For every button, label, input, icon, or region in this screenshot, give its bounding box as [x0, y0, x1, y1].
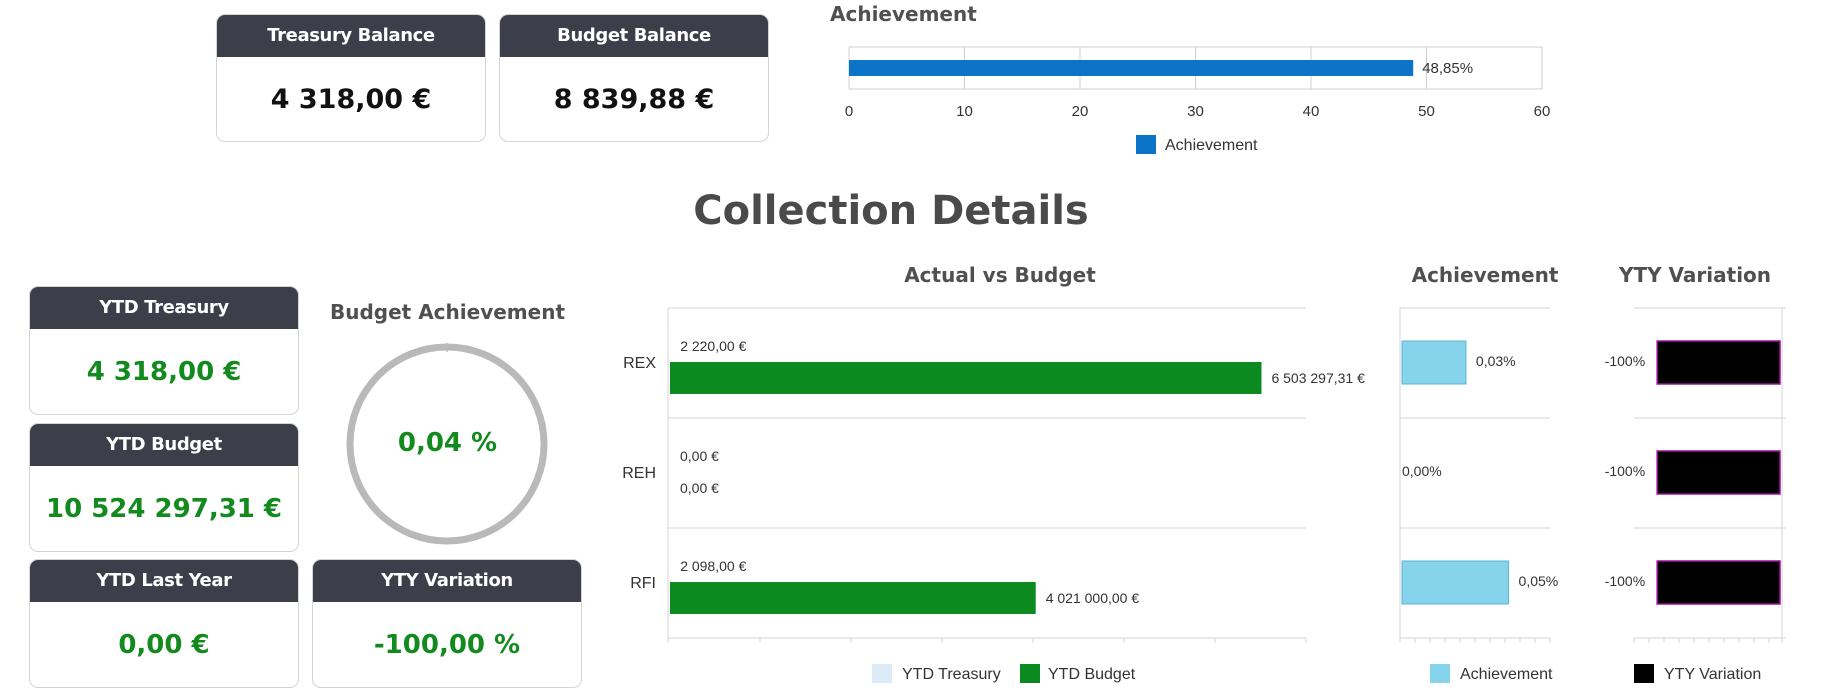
- card-value: 0,00 €: [118, 630, 210, 660]
- budget-achievement-title: Budget Achievement: [330, 300, 565, 324]
- legend-swatch: [1430, 664, 1450, 683]
- label-ytd-treasury-reh: 0,00 €: [680, 448, 719, 464]
- bar-achievement-rfi: [1401, 560, 1510, 605]
- card-value: 4 318,00 €: [270, 84, 432, 115]
- legend-swatch-ytd-budget: [1020, 664, 1040, 683]
- x-tick-label: 40: [1303, 103, 1320, 120]
- label-yty-rfi: -100%: [1605, 573, 1645, 589]
- label-ytd-budget-rex: 6 503 297,31 €: [1271, 370, 1365, 386]
- legend-label: Achievement: [1165, 137, 1258, 154]
- x-tick-label: 60: [1534, 103, 1551, 120]
- legend-swatch: [1634, 664, 1654, 683]
- card-value: 8 839,88 €: [553, 84, 715, 115]
- bar-ytd-budget-rfi: [670, 582, 1036, 614]
- card-title: Treasury Balance: [217, 15, 485, 57]
- card-title: YTD Treasury: [30, 287, 298, 329]
- x-tick-label: 50: [1418, 103, 1435, 120]
- bar-yty-rfi: [1656, 560, 1781, 605]
- bar-yty-reh: [1656, 450, 1781, 495]
- category-label: RFI: [630, 575, 656, 592]
- bar-ytd-budget-rex: [670, 362, 1262, 394]
- x-tick-label: 30: [1187, 103, 1204, 120]
- achievement-bar: [849, 60, 1414, 76]
- achievement-chart-title: Achievement: [1411, 263, 1559, 287]
- achievement-chart: 0,03% 0,00% 0,05% Achievement: [1399, 307, 1558, 683]
- data-labels: -100% -100% -100%: [1605, 353, 1645, 589]
- label-achievement-rfi: 0,05%: [1519, 573, 1559, 589]
- legend-label: YTD Treasury: [902, 666, 1001, 683]
- budget-achievement-value: 0,04 %: [397, 428, 498, 458]
- achievement-bar-label: 48,85%: [1422, 60, 1473, 77]
- actual-vs-budget-chart: REX REH RFI 2 220,00 € 0,00 € 2 098,00 €…: [622, 307, 1365, 683]
- label-achievement-reh: 0,00%: [1402, 463, 1442, 479]
- legend-swatch-ytd-treasury: [872, 664, 892, 683]
- ytd-budget-card: YTD Budget 10 524 297,31 €: [29, 423, 299, 552]
- label-ytd-treasury-rex: 2 220,00 €: [680, 338, 746, 354]
- card-title: YTY Variation: [313, 560, 581, 602]
- x-tick-label: 0: [845, 103, 853, 120]
- label-achievement-rex: 0,03%: [1476, 353, 1516, 369]
- section-title: Collection Details: [693, 188, 1089, 234]
- actual-vs-budget-title: Actual vs Budget: [904, 263, 1096, 287]
- yty-variation-chart: -100% -100% -100% YTY Variation: [1605, 307, 1786, 683]
- bar-achievement-rex: [1401, 340, 1467, 385]
- x-axis-ticks: 0 10 20 30 40 50 60: [845, 103, 1551, 120]
- ytd-last-year-card: YTD Last Year 0,00 €: [29, 559, 299, 688]
- bar-yty-rex: [1656, 340, 1781, 385]
- legend-label: YTD Budget: [1048, 666, 1136, 683]
- category-label: REX: [623, 355, 656, 372]
- label-ytd-budget-reh: 0,00 €: [680, 480, 719, 496]
- label-yty-rex: -100%: [1605, 353, 1645, 369]
- label-ytd-treasury-rfi: 2 098,00 €: [680, 558, 746, 574]
- card-title: YTD Budget: [30, 424, 298, 466]
- card-value: 10 524 297,31 €: [45, 494, 283, 524]
- x-tick-label: 20: [1072, 103, 1089, 120]
- legend-label: YTY Variation: [1664, 666, 1761, 683]
- card-value: 4 318,00 €: [86, 357, 242, 387]
- legend-swatch: [1136, 135, 1156, 154]
- top-achievement-chart: 48,85% 0 10 20 30 40 50 60 Achievement: [845, 46, 1551, 154]
- budget-balance-card: Budget Balance 8 839,88 €: [499, 14, 769, 142]
- label-yty-reh: -100%: [1605, 463, 1645, 479]
- legend-label: Achievement: [1460, 666, 1553, 683]
- treasury-balance-card: Treasury Balance 4 318,00 €: [216, 14, 486, 142]
- category-label: REH: [622, 465, 656, 482]
- card-title: YTD Last Year: [30, 560, 298, 602]
- ytd-treasury-card: YTD Treasury 4 318,00 €: [29, 286, 299, 415]
- yty-variation-card: YTY Variation -100,00 %: [312, 559, 582, 688]
- category-labels: REX REH RFI: [622, 355, 656, 592]
- yty-chart-title: YTY Variation: [1618, 263, 1772, 287]
- card-value: -100,00 %: [373, 630, 521, 660]
- x-tick-label: 10: [956, 103, 973, 120]
- top-achievement-title: Achievement: [830, 2, 977, 26]
- card-title: Budget Balance: [500, 15, 768, 57]
- label-ytd-budget-rfi: 4 021 000,00 €: [1046, 590, 1140, 606]
- data-labels: 0,03% 0,00% 0,05%: [1402, 353, 1558, 589]
